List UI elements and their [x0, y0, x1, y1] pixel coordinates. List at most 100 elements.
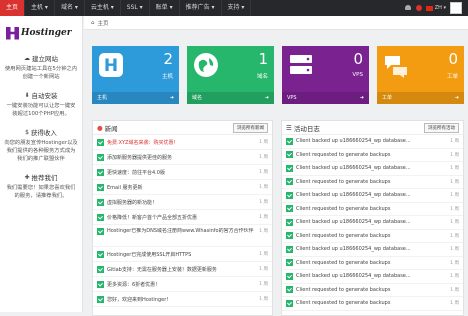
check-icon [97, 265, 104, 273]
tickets-footer-label: 工单 [382, 95, 393, 101]
card-tickets[interactable]: 0 工单 工单 ➜ [377, 46, 464, 104]
log-item-date: 1 周 [450, 274, 459, 280]
news-item[interactable]: 更多资源：6折者优惠！ 1 周 [93, 277, 272, 292]
domains-footer[interactable]: 域名 ➜ [187, 92, 274, 104]
news-item[interactable]: 添加新服务器提供更佳的服务 1 周 [93, 150, 272, 165]
news-item[interactable]: Hostinger已完成使用SSL开启HTTPS 1 周 [93, 247, 272, 262]
news-item-date: 1 周 [259, 297, 268, 302]
bell-icon[interactable] [404, 4, 412, 12]
tickets-footer[interactable]: 工单 ➜ [377, 92, 464, 104]
log-item[interactable]: Client requested to generate backups 1 周 [282, 297, 463, 311]
news-item-text: 更多资源：6折者优惠！ [107, 281, 161, 288]
check-icon [286, 245, 293, 253]
news-item[interactable]: Gitlab支持：无需在服务器上安装！数据更新服务 1 周 [93, 262, 272, 277]
language-select[interactable]: ZH ▾ [425, 5, 446, 11]
card-vps[interactable]: 0 VPS VPS ➜ [282, 46, 369, 104]
card-domains[interactable]: 1 域名 域名 ➜ [187, 46, 274, 104]
view-all-activity-button[interactable]: 浏览所有活动 [424, 122, 459, 133]
hosting-count: 2 [163, 50, 173, 68]
globe-icon [194, 53, 218, 77]
breadcrumb-home[interactable]: 主页 [98, 19, 109, 27]
log-item[interactable]: Client requested to generate backups 1 周 [282, 149, 463, 162]
sidebar-block-autoinstall[interactable]: ⬇ 自动安装 一键安装功能可以让您一键安装超过100个PHP应用。 [0, 87, 82, 124]
main-content: ⌂ 主页 H 2 主机 主机 ➜ 1 域名 域名 ➜ 0 VPS VPS ➜ 0 工单… [84, 16, 468, 316]
log-item[interactable]: Client requested to generate backups 1 周 [282, 176, 463, 189]
news-item-date: 1 周 [259, 252, 268, 257]
arrow-right-icon: ➜ [359, 95, 364, 101]
log-item[interactable]: Client backed up u186660254_wp database.… [282, 270, 463, 284]
nav-support[interactable]: 支持 ▾ [222, 0, 252, 16]
check-icon [97, 198, 104, 206]
log-item[interactable]: Client backed up u186660254_wp database.… [282, 162, 463, 176]
view-all-news-button[interactable]: 浏览所有新闻 [233, 122, 268, 133]
check-icon [97, 183, 104, 191]
hostinger-logo-icon [6, 26, 19, 40]
tickets-count: 0 [448, 50, 458, 68]
nav-cloud[interactable]: 云主机 ▾ [85, 0, 121, 16]
log-item[interactable]: Client backed up u186660254_wp database.… [282, 243, 463, 257]
cloud-icon: ☁ [24, 54, 30, 62]
log-item-text: Client requested to generate backups [296, 232, 391, 239]
log-item[interactable]: Client requested to generate backups 1 周 [282, 203, 463, 216]
news-item[interactable]: 虚拟服务器的新功能！ 1 周 [93, 195, 272, 210]
news-item[interactable]: 更快速度：前往平台4.0版 1 周 [93, 165, 272, 180]
nav-ssl[interactable]: SSL ▾ [121, 0, 150, 16]
hosting-label: 主机 [161, 74, 173, 80]
log-item[interactable]: Client backed up u186660254_wp database.… [282, 216, 463, 230]
svg-text:H: H [104, 56, 118, 76]
news-item[interactable]: 免费.XYZ域名来袭：购买优惠！ 1 周 [93, 135, 272, 150]
arrow-right-icon: ➜ [169, 95, 174, 101]
check-icon [286, 137, 293, 145]
domains-footer-label: 域名 [192, 95, 203, 101]
nav-domains[interactable]: 域名 ▾ [55, 0, 85, 16]
log-item-date: 1 周 [450, 247, 459, 253]
log-item[interactable]: Client requested to generate backups 1 周 [282, 257, 463, 270]
sidebar-block-title: ☁ 建立网站 [4, 53, 78, 64]
logo[interactable]: Hostinger [0, 16, 82, 50]
nav-home[interactable]: 主页 [0, 0, 26, 16]
news-item[interactable]: 您好，欢迎来到Hostinger! 1 周 [93, 292, 272, 307]
news-list: 免费.XYZ域名来袭：购买优惠！ 1 周添加新服务器提供更佳的服务 1 周更快速度：… [93, 135, 272, 307]
log-item[interactable]: Client backed up u186660254_wp database.… [282, 189, 463, 203]
hosting-footer[interactable]: 主机 ➜ [92, 92, 179, 104]
news-item-text: Hostinger已完成使用SSL开启HTTPS [107, 251, 192, 258]
log-item-text: Client backed up u186660254_wp database.… [296, 273, 411, 280]
news-item-date: 1 周 [259, 267, 268, 272]
avatar[interactable] [450, 2, 462, 14]
panel-title: ● 新闻 [97, 123, 118, 133]
log-item-date: 1 周 [450, 301, 459, 307]
top-nav: 主页 主机 ▾ 域名 ▾ 云主机 ▾ SSL ▾ 账单 ▾ 推荐广告 ▾ 支持 … [0, 0, 252, 16]
news-item[interactable]: Hostinger已推为DNS域名注册商www.Whasinfo的官方合作伙伴 1… [93, 225, 272, 247]
log-item-date: 1 周 [450, 179, 459, 185]
nav-billing[interactable]: 账单 ▾ [150, 0, 180, 16]
card-hosting[interactable]: H 2 主机 主机 ➜ [92, 46, 179, 104]
log-item-text: Client requested to generate backups [296, 178, 391, 185]
check-icon [97, 295, 104, 303]
log-item-date: 1 周 [450, 287, 459, 293]
log-item[interactable]: Client backed up u186660254_wp database.… [282, 135, 463, 149]
vps-footer[interactable]: VPS ➜ [282, 92, 369, 104]
home-icon[interactable]: ⌂ [91, 20, 95, 26]
log-item-date: 1 周 [450, 193, 459, 199]
log-item-text: Client backed up u186660254_wp database.… [296, 246, 411, 253]
log-item-date: 1 周 [450, 260, 459, 266]
domains-count: 1 [258, 50, 268, 68]
check-icon [286, 259, 293, 267]
log-item[interactable]: Client requested to generate backups 1 周 [282, 230, 463, 243]
nav-hosting[interactable]: 主机 ▾ [25, 0, 55, 16]
sidebar-block-earn[interactable]: $ 获得收入 向您的朋友宣传Hostinger以及我们提供的各种服务方式成为我们的… [0, 124, 82, 169]
rss-icon: ● [97, 123, 103, 132]
check-icon [286, 218, 293, 226]
build-text: 使用网页建站工具在5分钟之内创建一个新网站 [4, 66, 78, 80]
logo-text: Hostinger [21, 28, 72, 38]
nav-affiliate[interactable]: 推荐广告 ▾ [180, 0, 222, 16]
news-item[interactable]: 价格降低！新客户首个产品全部五折优惠 1 周 [93, 210, 272, 225]
list-icon: ☰ [286, 123, 292, 132]
plus-icon: ✚ [24, 173, 30, 181]
log-item-date: 1 周 [450, 152, 459, 158]
log-item[interactable]: Client requested to generate backups 1 周 [282, 284, 463, 297]
news-item[interactable]: Email 服务更新 1 周 [93, 180, 272, 195]
sidebar-block-build[interactable]: ☁ 建立网站 使用网页建站工具在5分钟之内创建一个新网站 [0, 50, 82, 87]
sidebar-block-recommend[interactable]: ✚ 推荐我们 我们需要您！如果您喜欢我们的服务，请推荐我们。 [0, 169, 82, 206]
flag-cn-icon [425, 5, 433, 11]
